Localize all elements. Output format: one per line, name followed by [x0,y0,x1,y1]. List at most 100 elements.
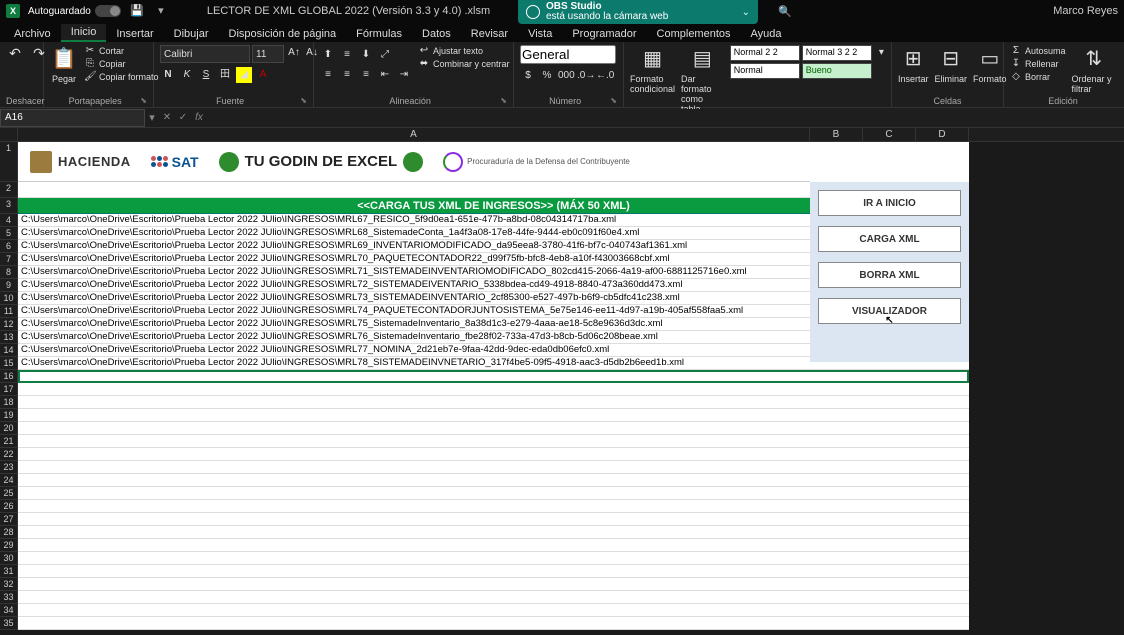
row-header[interactable]: 14 [0,344,18,357]
namebox-dropdown-icon[interactable]: ▾ [145,111,159,124]
insert-cells-button[interactable]: ⊞Insertar [898,45,929,84]
row-header[interactable]: 27 [0,513,18,526]
currency-icon[interactable]: $ [520,68,536,84]
carga-xml-button[interactable]: CARGA XML [818,226,961,252]
fill-button[interactable]: ↧Rellenar [1010,58,1066,70]
border-button[interactable]: 田 [217,67,233,83]
styles-more-icon[interactable]: ▾ [878,45,885,61]
empty-cell-row[interactable] [18,500,969,513]
row-header[interactable]: 3 [0,198,18,214]
row-header[interactable]: 25 [0,487,18,500]
menu-tab-programador[interactable]: Programador [562,26,646,42]
menu-tab-datos[interactable]: Datos [412,26,461,42]
empty-cell-row[interactable] [18,591,969,604]
row-header[interactable]: 21 [0,435,18,448]
empty-cell-row[interactable] [18,526,969,539]
empty-cell-row[interactable] [18,617,969,630]
empty-cell-row[interactable] [18,461,969,474]
empty-cell-row[interactable] [18,513,969,526]
comma-icon[interactable]: 000 [558,68,574,84]
col-header-d[interactable]: D [916,128,969,141]
cut-button[interactable]: ✂Cortar [84,45,159,57]
enter-formula-icon[interactable]: ✓ [175,112,191,123]
empty-cell-row[interactable] [18,539,969,552]
ir-a-inicio-button[interactable]: IR A INICIO [818,190,961,216]
col-header-c[interactable]: C [863,128,916,141]
row-header[interactable]: 12 [0,318,18,331]
align-left[interactable]: ≡ [320,67,336,83]
search-icon[interactable]: 🔍 [778,5,792,18]
orientation[interactable]: ⤢ [377,47,393,63]
format-painter-button[interactable]: 🖌Copiar formato [84,71,159,83]
menu-tab-complementos[interactable]: Complementos [647,26,741,42]
chevron-down-icon[interactable]: ⌄ [742,7,750,18]
style-bueno[interactable]: Bueno [802,63,872,79]
empty-cell-row[interactable] [18,435,969,448]
visualizador-button[interactable]: VISUALIZADOR [818,298,961,324]
row-header[interactable]: 29 [0,539,18,552]
menu-tab-insertar[interactable]: Insertar [106,26,163,42]
merge-center-button[interactable]: ⬌Combinar y centrar [418,58,510,70]
menu-tab-disposición-de-página[interactable]: Disposición de página [219,26,347,42]
row-header[interactable]: 24 [0,474,18,487]
row-header[interactable]: 8 [0,266,18,279]
row-header[interactable]: 26 [0,500,18,513]
indent-dec[interactable]: ⇤ [377,67,393,83]
copy-button[interactable]: ⎘Copiar [84,58,159,70]
menu-tab-vista[interactable]: Vista [518,26,562,42]
font-name-select[interactable] [160,45,250,63]
col-header-b[interactable]: B [810,128,863,141]
fill-color-button[interactable]: ◢ [236,67,252,83]
save-icon[interactable]: 💾 [129,3,145,19]
row-header[interactable]: 13 [0,331,18,344]
row-header[interactable]: 10 [0,292,18,305]
row-header[interactable]: 22 [0,448,18,461]
align-mid[interactable]: ≡ [339,47,355,63]
row-header[interactable]: 18 [0,396,18,409]
empty-cell-row[interactable] [18,370,969,383]
wrap-text-button[interactable]: ↩Ajustar texto [418,45,510,57]
empty-cell-row[interactable] [18,487,969,500]
row-header[interactable]: 19 [0,409,18,422]
row-header[interactable]: 34 [0,604,18,617]
dec-inc-icon[interactable]: .0→ [577,68,593,84]
align-bot[interactable]: ⬇ [358,47,374,63]
row-header[interactable]: 1 [0,142,18,182]
row-header[interactable]: 28 [0,526,18,539]
col-header-a[interactable]: A [18,128,810,141]
row-header[interactable]: 6 [0,240,18,253]
paste-button[interactable]: 📋Pegar [50,45,78,84]
percent-icon[interactable]: % [539,68,555,84]
italic-button[interactable]: K [179,67,195,83]
menu-tab-fórmulas[interactable]: Fórmulas [346,26,412,42]
menu-tab-revisar[interactable]: Revisar [461,26,518,42]
row-header[interactable]: 4 [0,214,18,227]
clear-button[interactable]: ◇Borrar [1010,71,1066,83]
empty-cell-row[interactable] [18,578,969,591]
empty-cell-row[interactable] [18,409,969,422]
menu-tab-archivo[interactable]: Archivo [4,26,61,42]
menu-tab-ayuda[interactable]: Ayuda [741,26,792,42]
autosave-toggle[interactable]: Autoguardado [28,5,121,17]
select-all-corner[interactable] [0,128,18,141]
row-header[interactable]: 32 [0,578,18,591]
autosum-button[interactable]: ΣAutosuma [1010,45,1066,57]
font-color-button[interactable]: A [255,67,271,83]
row-header[interactable]: 20 [0,422,18,435]
cell-styles-gallery[interactable]: Normal 2 2 Normal 3 2 2 Normal Bueno [730,45,872,79]
sort-filter-button[interactable]: ⇅Ordenar y filtrar [1072,45,1116,94]
toggle-switch[interactable] [95,5,121,17]
row-header[interactable]: 30 [0,552,18,565]
row-header[interactable]: 16 [0,370,18,383]
cancel-formula-icon[interactable]: ✕ [159,112,175,123]
empty-cell-row[interactable] [18,396,969,409]
dec-dec-icon[interactable]: ←.0 [596,68,612,84]
empty-cell-row[interactable] [18,552,969,565]
row-header[interactable]: 11 [0,305,18,318]
align-top[interactable]: ⬆ [320,47,336,63]
row-header[interactable]: 7 [0,253,18,266]
empty-cell-row[interactable] [18,565,969,578]
name-box[interactable] [0,109,145,127]
empty-cell-row[interactable] [18,383,969,396]
row-header[interactable]: 2 [0,182,18,198]
